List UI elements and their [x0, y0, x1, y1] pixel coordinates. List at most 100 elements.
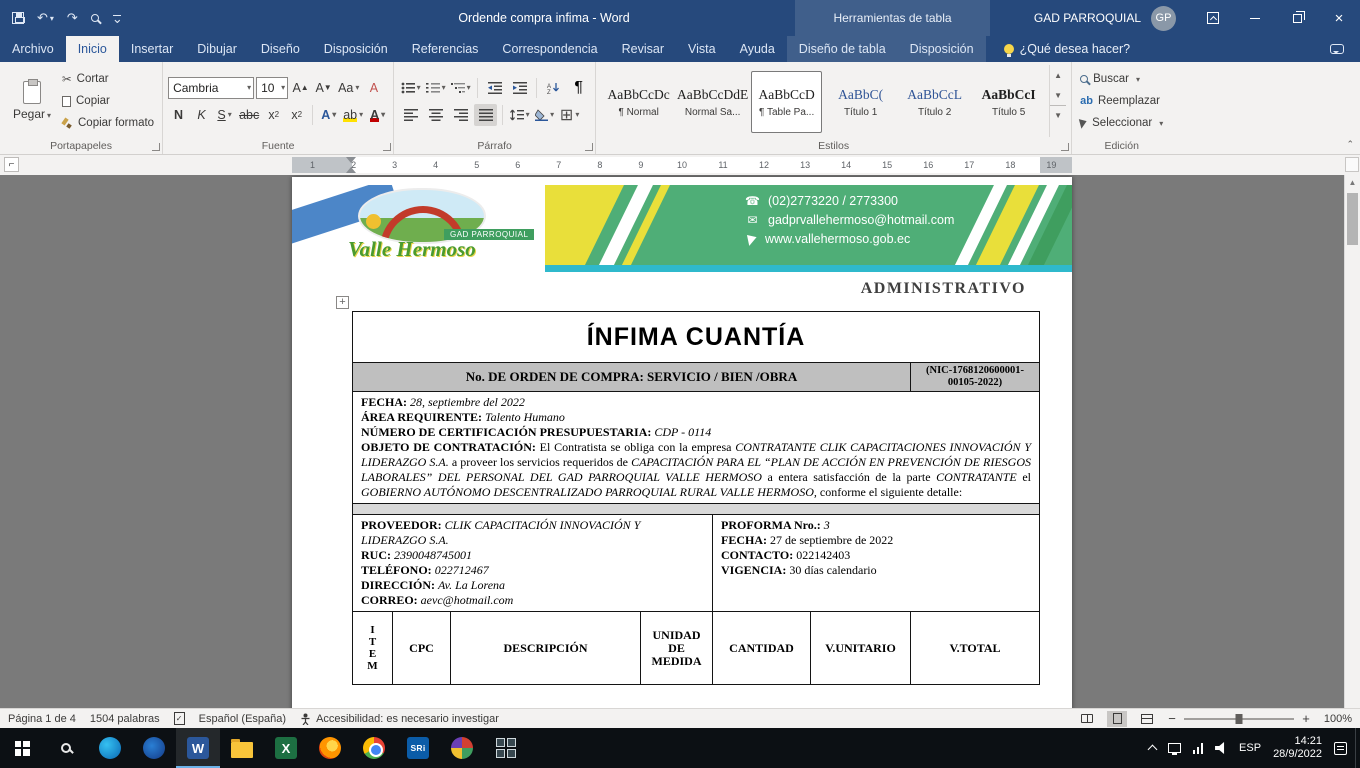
close-button[interactable]: × [1318, 0, 1360, 36]
align-left-button[interactable] [399, 104, 422, 126]
decrease-indent-button[interactable] [483, 77, 506, 99]
bullets-button[interactable] [399, 77, 422, 99]
numbering-button[interactable] [424, 77, 447, 99]
subscript-button[interactable]: x2 [263, 104, 284, 126]
underline-button[interactable]: S [214, 104, 235, 126]
style-normal-sa[interactable]: AaBbCcDdENormal Sa... [677, 71, 748, 133]
paste-button[interactable]: Pegar [5, 65, 59, 137]
tab-inicio[interactable]: Inicio [66, 36, 119, 62]
tab-disposicion[interactable]: Disposición [312, 36, 400, 62]
copy-button[interactable]: Copiar [59, 91, 157, 111]
zoom-in-button[interactable]: + [1301, 711, 1311, 726]
collapse-ribbon-icon[interactable]: ⌃ [1346, 139, 1354, 150]
taskbar-firefox[interactable] [308, 728, 352, 768]
select-button[interactable]: Seleccionar [1077, 113, 1166, 133]
print-layout-button[interactable] [1107, 711, 1127, 727]
font-dialog-launcher-icon[interactable] [383, 143, 391, 151]
start-button[interactable] [0, 728, 44, 768]
paragraph-dialog-launcher-icon[interactable] [585, 143, 593, 151]
save-icon[interactable] [12, 12, 24, 24]
shrink-font-button[interactable]: A▼ [313, 77, 334, 99]
vertical-scrollbar[interactable]: ▲ [1344, 175, 1360, 708]
font-color-button[interactable]: A [367, 104, 388, 126]
line-spacing-button[interactable] [508, 104, 531, 126]
replace-button[interactable]: abReemplazar [1077, 91, 1166, 111]
find-button[interactable]: Buscar [1077, 69, 1166, 89]
borders-button[interactable]: ⊞ [558, 104, 581, 126]
volume-tray-icon[interactable] [1215, 742, 1227, 754]
ribbon-display-options-icon[interactable] [1192, 0, 1234, 36]
horizontal-ruler[interactable]: 12345678910111213141516171819 [292, 157, 1072, 173]
style-titulo-1[interactable]: AaBbC(Título 1 [825, 71, 896, 133]
align-right-button[interactable] [449, 104, 472, 126]
zoom-slider[interactable] [1184, 718, 1294, 720]
tab-vista[interactable]: Vista [676, 36, 728, 62]
taskbar-chrome[interactable] [352, 728, 396, 768]
tab-diseno-de-tabla[interactable]: Diseño de tabla [787, 36, 898, 62]
web-layout-button[interactable] [1137, 711, 1157, 727]
font-family-input[interactable] [169, 81, 247, 95]
tab-referencias[interactable]: Referencias [400, 36, 491, 62]
style-titulo-2[interactable]: AaBbCcLTítulo 2 [899, 71, 970, 133]
zoom-percentage[interactable]: 100% [1318, 713, 1352, 725]
order-table[interactable]: ÍNFIMA CUANTÍA No. DE ORDEN DE COMPRA: S… [352, 311, 1040, 685]
shading-button[interactable] [533, 104, 556, 126]
taskbar-word[interactable]: W [176, 728, 220, 768]
strikethrough-button[interactable]: abc [237, 104, 261, 126]
read-mode-button[interactable] [1077, 711, 1097, 727]
minimize-button[interactable] [1234, 0, 1276, 36]
scroll-up-icon[interactable]: ▲ [1345, 175, 1360, 190]
show-desktop-button[interactable] [1355, 728, 1360, 768]
font-size-combo[interactable]: ▾ [256, 77, 288, 99]
show-hidden-icons-chevron[interactable] [1147, 745, 1157, 755]
styles-more-icon[interactable]: ▼ [1050, 105, 1066, 125]
styles-scroll-up-icon[interactable]: ▲ [1050, 65, 1066, 85]
tab-archivo[interactable]: Archivo [0, 36, 66, 62]
accessibility-status[interactable]: Accesibilidad: es necesario investigar [300, 713, 499, 725]
increase-indent-button[interactable] [508, 77, 531, 99]
restore-button[interactable] [1276, 0, 1318, 36]
action-center-icon[interactable] [1334, 742, 1347, 755]
font-size-input[interactable] [257, 81, 281, 95]
taskbar-excel[interactable]: X [264, 728, 308, 768]
comments-icon[interactable] [1330, 36, 1344, 62]
customize-quick-access-icon[interactable]: ⌄ [112, 15, 123, 21]
tab-revisar[interactable]: Revisar [610, 36, 676, 62]
taskbar-browser-2[interactable] [132, 728, 176, 768]
superscript-button[interactable]: x2 [286, 104, 307, 126]
tab-disposicion-tabla[interactable]: Disposición [898, 36, 986, 62]
style-table-paragraph[interactable]: AaBbCcD¶ Table Pa... [751, 71, 822, 133]
styles-scroll-down-icon[interactable]: ▼ [1050, 85, 1066, 105]
cut-button[interactable]: ✂Cortar [59, 69, 157, 89]
format-painter-button[interactable]: Copiar formato [59, 113, 157, 133]
grow-font-button[interactable]: A▲ [290, 77, 311, 99]
table-move-handle-icon[interactable] [336, 296, 349, 309]
avatar[interactable]: GP [1151, 6, 1176, 31]
taskbar-sri[interactable]: SRi [396, 728, 440, 768]
taskbar-search-button[interactable] [44, 728, 88, 768]
change-case-button[interactable]: Aa [336, 77, 361, 99]
scrollbar-thumb[interactable] [1347, 193, 1358, 245]
quick-search-icon[interactable] [91, 14, 99, 22]
font-family-combo[interactable]: ▾ [168, 77, 254, 99]
align-center-button[interactable] [424, 104, 447, 126]
tab-dibujar[interactable]: Dibujar [185, 36, 249, 62]
tab-insertar[interactable]: Insertar [119, 36, 185, 62]
tab-ayuda[interactable]: Ayuda [728, 36, 787, 62]
tab-diseno[interactable]: Diseño [249, 36, 312, 62]
bold-button[interactable]: N [168, 104, 189, 126]
tab-correspondencia[interactable]: Correspondencia [490, 36, 609, 62]
style-titulo-5[interactable]: AaBbCcITítulo 5 [973, 71, 1044, 133]
highlight-color-button[interactable]: ab [341, 104, 365, 126]
redo-icon[interactable]: ↷ [67, 10, 78, 26]
tab-stop-selector[interactable]: ⌐ [4, 157, 19, 172]
text-effects-button[interactable]: A [318, 104, 339, 126]
proofing-icon[interactable] [174, 712, 185, 725]
taskbar-app-colorful[interactable] [440, 728, 484, 768]
clipboard-dialog-launcher-icon[interactable] [152, 143, 160, 151]
language-indicator[interactable]: Español (España) [199, 713, 286, 725]
network-tray-icon[interactable] [1193, 743, 1204, 754]
sort-button[interactable]: AZ [542, 77, 565, 99]
italic-button[interactable]: K [191, 104, 212, 126]
zoom-out-button[interactable]: − [1167, 711, 1177, 726]
